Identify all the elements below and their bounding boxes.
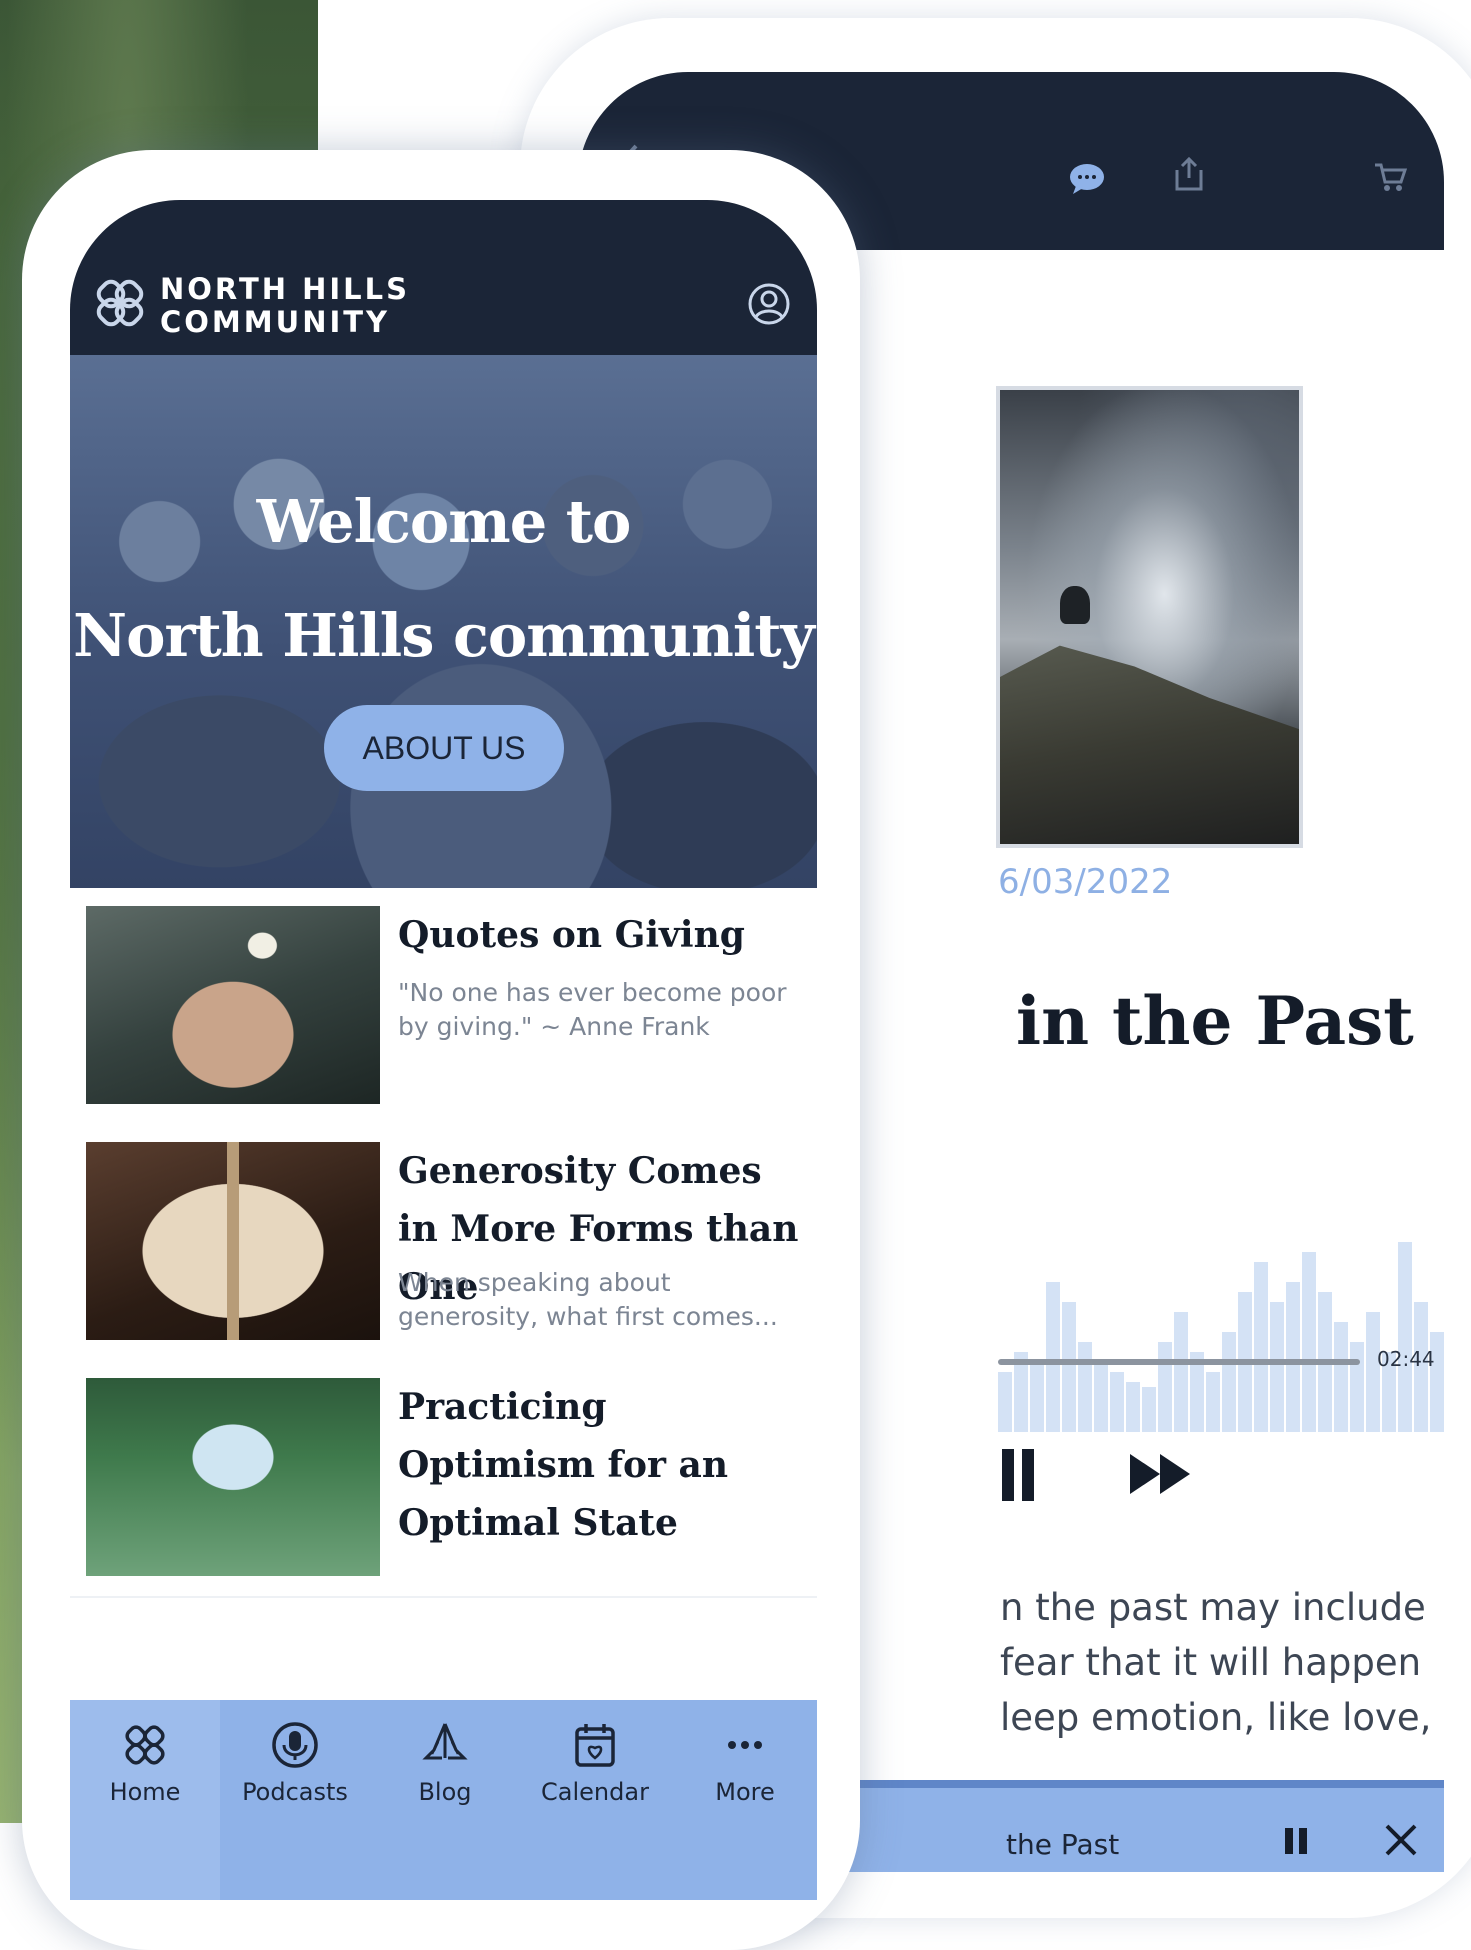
- more-dots-icon: [728, 1741, 762, 1749]
- card-excerpt: When speaking about generosity, what fir…: [398, 1268, 778, 1331]
- bottom-tab-bar: Home Podcasts Blog Calendar More: [70, 1700, 817, 1900]
- card-title: Quotes on Giving: [398, 914, 745, 956]
- fast-forward-icon[interactable]: [1124, 1449, 1204, 1499]
- artwork-person: [1060, 586, 1090, 624]
- episode-duration: 02:44: [1377, 1347, 1435, 1371]
- tab-label: More: [715, 1778, 775, 1806]
- feed-card[interactable]: Quotes on Giving "No one has ever become…: [70, 888, 817, 1126]
- cart-icon[interactable]: [1373, 162, 1407, 192]
- mini-pause-icon[interactable]: [1283, 1826, 1311, 1856]
- audio-waveform: [998, 1242, 1444, 1432]
- about-us-button[interactable]: ABOUT US: [324, 705, 564, 791]
- front-phone-screen: NORTH HILLS COMMUNITY Welcome to North H…: [70, 200, 817, 1900]
- description-line: fear that it will happen: [1000, 1641, 1422, 1684]
- pause-icon[interactable]: [998, 1447, 1068, 1503]
- card-excerpt: "No one has ever become poor by giving."…: [398, 978, 787, 1041]
- card-thumbnail: [86, 906, 380, 1104]
- hero-title-line-2: North Hills community: [73, 601, 815, 670]
- card-thumbnail: [86, 1142, 380, 1340]
- card-thumbnail: [86, 1378, 380, 1576]
- episode-description: n the past may include fear that it will…: [1000, 1580, 1440, 1745]
- tab-blog[interactable]: Blog: [370, 1700, 520, 1900]
- brand-line-2: COMMUNITY: [160, 305, 391, 339]
- calendar-icon: [575, 1724, 615, 1767]
- episode-title: in the Past: [1016, 982, 1414, 1060]
- microphone-icon: [272, 1722, 318, 1768]
- tab-podcasts[interactable]: Podcasts: [220, 1700, 370, 1900]
- mini-player-title: the Past: [1006, 1828, 1120, 1861]
- tab-home[interactable]: Home: [70, 1700, 220, 1900]
- profile-icon[interactable]: [747, 282, 791, 326]
- hero-title-line-1: Welcome to: [256, 487, 632, 556]
- episode-artwork: [996, 386, 1303, 848]
- feed-card[interactable]: Generosity Comes in More Forms than One …: [70, 1124, 817, 1362]
- brand-name: NORTH HILLS COMMUNITY: [160, 273, 410, 339]
- card-title: Practicing Optimism for an Optimal State: [398, 1386, 728, 1544]
- chat-icon[interactable]: [1068, 162, 1106, 196]
- artwork-rock: [1000, 645, 1299, 844]
- description-line: leep emotion, like love,: [1000, 1696, 1432, 1739]
- brand-line-1: NORTH HILLS: [160, 272, 411, 306]
- tab-label: Home: [109, 1778, 181, 1806]
- episode-date: 6/03/2022: [998, 862, 1173, 902]
- tab-label: Blog: [418, 1778, 472, 1806]
- description-line: n the past may include: [1000, 1586, 1426, 1629]
- knot-logo-icon: [96, 279, 144, 327]
- share-icon[interactable]: [1174, 156, 1204, 192]
- tab-label: Podcasts: [242, 1778, 348, 1806]
- hero-banner: Welcome to North Hills community ABOUT U…: [70, 355, 817, 888]
- close-icon[interactable]: [1383, 1822, 1419, 1858]
- playback-progress-bar[interactable]: [998, 1359, 1360, 1365]
- praying-hands-icon: [422, 1723, 468, 1760]
- feed-card[interactable]: Practicing Optimism for an Optimal State: [70, 1360, 817, 1598]
- tab-label: Calendar: [541, 1778, 649, 1806]
- hero-title: Welcome to North Hills community: [70, 465, 817, 693]
- tab-more[interactable]: More: [670, 1700, 817, 1900]
- tab-calendar[interactable]: Calendar: [520, 1700, 670, 1900]
- home-knot-icon: [125, 1725, 165, 1765]
